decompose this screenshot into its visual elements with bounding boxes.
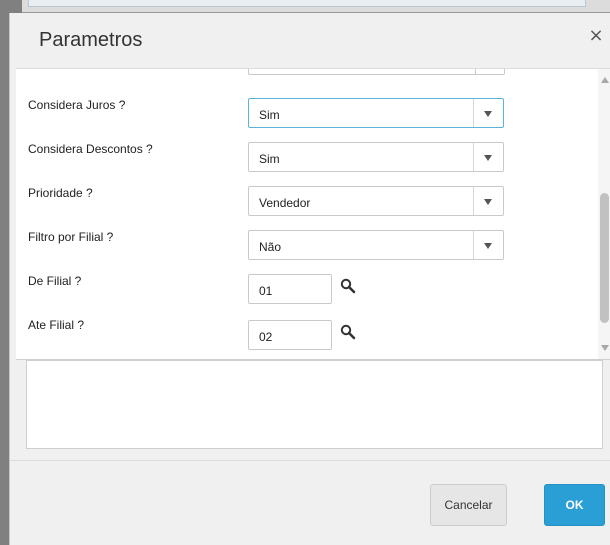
previous-field-partial [248, 69, 505, 75]
scroll-thumb[interactable] [600, 193, 609, 323]
field-label-ate-filial: Ate Filial ? [28, 318, 85, 332]
input-value: 01 [259, 284, 273, 298]
select-value: Não [259, 240, 282, 254]
chevron-down-icon [484, 243, 492, 249]
background-window [22, 0, 610, 14]
field-label-filtro-por-filial: Filtro por Filial ? [28, 230, 114, 244]
scroll-up-icon[interactable] [601, 77, 609, 83]
select-value: Vendedor [259, 196, 311, 210]
de-filial-input[interactable]: 01 [248, 274, 332, 304]
help-text-area [26, 360, 603, 449]
field-label-prioridade: Prioridade ? [28, 186, 93, 200]
footer-divider [10, 460, 610, 461]
close-icon[interactable]: × [587, 27, 605, 45]
filtro-por-filial-select[interactable]: Não [248, 230, 504, 260]
prioridade-select[interactable]: Vendedor [248, 186, 504, 216]
dropdown-button[interactable] [473, 187, 503, 215]
ok-button[interactable]: OK [544, 484, 605, 526]
search-icon[interactable] [340, 278, 356, 294]
field-label-considera-descontos: Considera Descontos ? [28, 142, 153, 156]
ate-filial-input[interactable]: 02 [248, 320, 332, 350]
considera-juros-select[interactable]: Sim [248, 98, 504, 128]
form-scrollbar[interactable] [598, 69, 610, 359]
scroll-down-icon[interactable] [601, 345, 609, 351]
dropdown-button[interactable] [473, 99, 503, 127]
chevron-down-icon [484, 155, 492, 161]
considera-descontos-select[interactable]: Sim [248, 142, 504, 172]
dialog-header: Parametros × [10, 13, 610, 68]
parameters-form: Considera Juros ? Sim Considera Desconto… [16, 68, 610, 360]
input-value: 02 [259, 330, 273, 344]
select-value: Sim [259, 108, 280, 122]
chevron-down-icon [484, 199, 492, 205]
select-value: Sim [259, 152, 280, 166]
field-label-de-filial: De Filial ? [28, 274, 82, 288]
dropdown-button[interactable] [473, 143, 503, 171]
search-icon[interactable] [340, 324, 356, 340]
dropdown-button[interactable] [473, 231, 503, 259]
cancel-button[interactable]: Cancelar [430, 484, 507, 526]
chevron-down-icon [484, 111, 492, 117]
field-label-considera-juros: Considera Juros ? [28, 98, 126, 112]
parameters-dialog: Parametros × Considera Juros ? Sim Consi… [9, 13, 610, 545]
dialog-title: Parametros [39, 29, 143, 51]
